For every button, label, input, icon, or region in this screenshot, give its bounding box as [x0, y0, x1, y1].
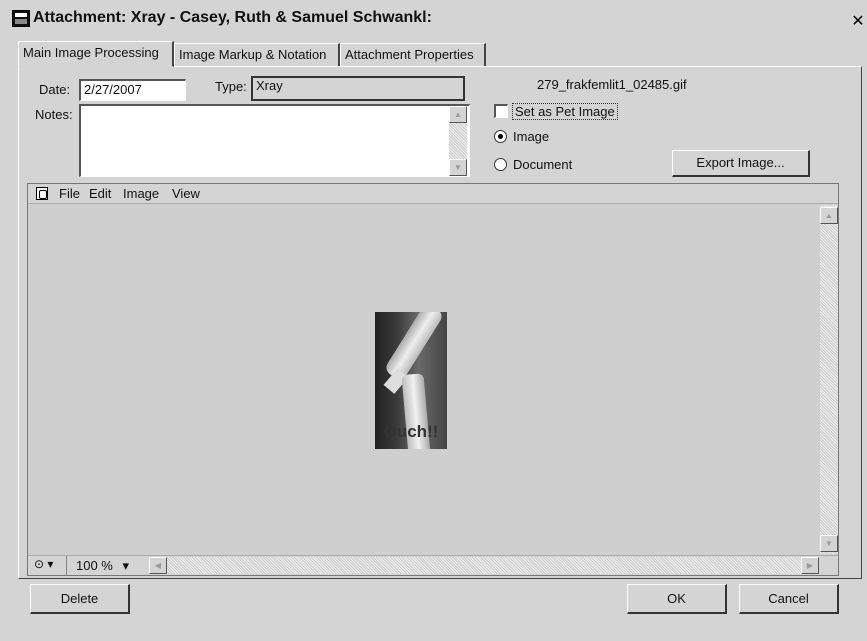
hand-tool-dropdown[interactable]: ⊙ ▾	[34, 557, 53, 571]
close-button[interactable]: ✕	[849, 13, 867, 31]
hand-tool-icon: ⊙	[34, 557, 45, 571]
title-bar[interactable]: Attachment: Xray - Casey, Ruth & Samuel …	[0, 4, 867, 30]
scroll-left-icon[interactable]: ◀	[149, 557, 167, 574]
date-label: Date:	[39, 82, 71, 97]
viewer-menubar: File Edit Image View	[28, 184, 838, 204]
notes-scrollbar[interactable]: ▲ ▼	[449, 106, 467, 176]
scroll-up-icon[interactable]: ▲	[449, 106, 467, 123]
viewer-scroll-up-icon[interactable]: ▲	[820, 207, 838, 224]
document-radio-label[interactable]: Document	[513, 157, 572, 172]
viewer-statusbar: ⊙ ▾ 100 % ▾ ◀ ▶	[28, 555, 838, 575]
export-image-button[interactable]: Export Image...	[672, 150, 810, 177]
notes-label: Notes:	[35, 107, 73, 122]
window-title: Attachment: Xray - Casey, Ruth & Samuel …	[33, 9, 432, 26]
pet-image-label[interactable]: Set as Pet Image	[512, 103, 618, 120]
date-field[interactable]: 2/27/2007	[79, 79, 186, 101]
notes-textarea[interactable]: ▲ ▼	[79, 104, 470, 177]
menu-image[interactable]: Image	[123, 186, 159, 201]
viewer-camera-icon	[36, 187, 48, 200]
filename-label: 279_frakfemlit1_02485.gif	[537, 77, 687, 92]
attachment-dialog: Attachment: Xray - Casey, Ruth & Samuel …	[0, 0, 867, 641]
ok-button[interactable]: OK	[627, 584, 727, 614]
viewer-scroll-down-icon[interactable]: ▼	[820, 535, 838, 552]
type-label: Type:	[215, 79, 247, 94]
menu-view[interactable]: View	[172, 186, 200, 201]
viewer-horizontal-scrollbar[interactable]: ◀ ▶	[149, 557, 819, 574]
cancel-button[interactable]: Cancel	[739, 584, 839, 614]
menu-file[interactable]: File	[59, 186, 80, 201]
chevron-down-icon: ▾	[47, 557, 54, 571]
image-viewer[interactable]: File Edit Image View Ouch!! ▲ ▼ ⊙ ▾ 100 …	[27, 183, 839, 576]
delete-button[interactable]: Delete	[30, 584, 130, 614]
app-icon	[12, 10, 30, 27]
image-radio[interactable]	[494, 130, 507, 143]
menu-edit[interactable]: Edit	[89, 186, 111, 201]
tab-attachment-properties[interactable]: Attachment Properties	[340, 43, 486, 66]
zoom-dropdown[interactable]: 100 % ▾	[76, 558, 129, 574]
viewer-vertical-scrollbar[interactable]: ▲ ▼	[820, 205, 838, 554]
zoom-value: 100 %	[76, 558, 113, 573]
scroll-right-icon[interactable]: ▶	[801, 557, 819, 574]
type-field[interactable]: Xray	[251, 76, 465, 101]
scroll-down-icon[interactable]: ▼	[449, 159, 467, 176]
xray-caption: Ouch!!	[383, 422, 439, 441]
image-radio-label[interactable]: Image	[513, 129, 549, 144]
xray-image: Ouch!!	[375, 312, 447, 449]
pet-image-checkbox[interactable]	[494, 104, 508, 118]
tab-image-markup[interactable]: Image Markup & Notation	[174, 43, 340, 66]
chevron-down-icon: ▾	[122, 558, 130, 573]
tab-main-image-processing[interactable]: Main Image Processing	[18, 41, 174, 67]
document-radio[interactable]	[494, 158, 507, 171]
